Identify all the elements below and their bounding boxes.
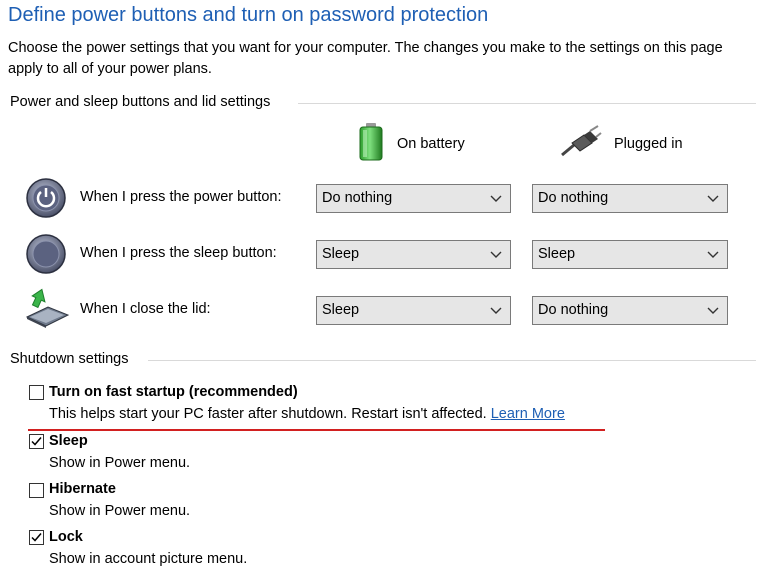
- lid-label: When I close the lid:: [80, 301, 211, 317]
- lock-option-description: Show in account picture menu.: [49, 551, 248, 567]
- lock-checkbox[interactable]: [29, 530, 44, 545]
- chevron-down-icon: [706, 297, 720, 324]
- column-label-on-battery: On battery: [397, 136, 465, 152]
- sleep-button-label: When I press the sleep button:: [80, 245, 277, 261]
- hibernate-option-label[interactable]: Hibernate: [49, 481, 116, 497]
- lid-on-battery-select[interactable]: Sleep: [316, 296, 511, 325]
- chevron-down-icon: [489, 297, 503, 324]
- sleep-option-label[interactable]: Sleep: [49, 433, 88, 449]
- power-plug-icon: [560, 125, 602, 163]
- sleep-option-description: Show in Power menu.: [49, 455, 191, 471]
- sleep-button-plugged-in-select[interactable]: Sleep: [532, 240, 728, 269]
- hibernate-checkbox[interactable]: [29, 483, 44, 498]
- page-title: Define power buttons and turn on passwor…: [8, 4, 489, 26]
- fast-startup-label[interactable]: Turn on fast startup (recommended): [49, 384, 298, 400]
- power-button-on-battery-value: Do nothing: [322, 190, 393, 206]
- fast-startup-description-text: This helps start your PC faster after sh…: [49, 406, 487, 422]
- chevron-down-icon: [706, 185, 720, 212]
- column-on-battery: On battery: [357, 122, 465, 166]
- sleep-button-on-battery-select[interactable]: Sleep: [316, 240, 511, 269]
- power-button-plugged-in-value: Do nothing: [538, 190, 609, 206]
- battery-icon: [357, 122, 385, 166]
- column-plugged-in: Plugged in: [560, 124, 683, 164]
- fast-startup-description: This helps start your PC faster after sh…: [49, 406, 565, 422]
- lid-plugged-in-select[interactable]: Do nothing: [532, 296, 728, 325]
- checkmark-icon: [31, 437, 42, 446]
- power-section-header: Power and sleep buttons and lid settings: [10, 94, 271, 110]
- power-button-plugged-in-select[interactable]: Do nothing: [532, 184, 728, 213]
- column-label-plugged-in: Plugged in: [614, 136, 683, 152]
- lock-option-label[interactable]: Lock: [49, 529, 83, 545]
- power-section-divider: [298, 103, 756, 104]
- checkmark-icon: [31, 533, 42, 542]
- chevron-down-icon: [706, 241, 720, 268]
- sleep-button-on-battery-value: Sleep: [322, 246, 360, 262]
- shutdown-section-divider: [148, 360, 756, 361]
- power-button-label: When I press the power button:: [80, 189, 282, 205]
- annotation-underline: [28, 429, 605, 431]
- sleep-checkbox[interactable]: [29, 434, 44, 449]
- laptop-lid-icon: [24, 287, 70, 329]
- learn-more-link[interactable]: Learn More: [491, 406, 565, 422]
- lid-plugged-in-value: Do nothing: [538, 302, 609, 318]
- chevron-down-icon: [489, 241, 503, 268]
- power-button-on-battery-select[interactable]: Do nothing: [316, 184, 511, 213]
- power-button-icon: [24, 177, 70, 219]
- lid-on-battery-value: Sleep: [322, 302, 360, 318]
- sleep-button-plugged-in-value: Sleep: [538, 246, 576, 262]
- sleep-button-icon: [24, 233, 70, 275]
- shutdown-section-header: Shutdown settings: [10, 351, 129, 367]
- fast-startup-checkbox[interactable]: [29, 385, 44, 400]
- chevron-down-icon: [489, 185, 503, 212]
- page-description: Choose the power settings that you want …: [8, 40, 723, 77]
- hibernate-option-description: Show in Power menu.: [49, 503, 191, 519]
